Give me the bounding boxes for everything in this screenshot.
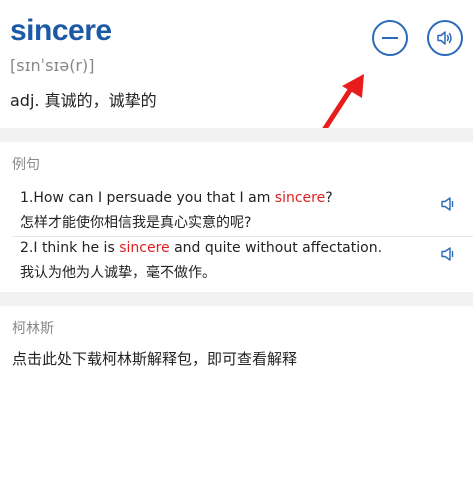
example-chinese: 怎样才能使你相信我是真心实意的呢?: [20, 215, 252, 231]
example-keyword: sincere: [119, 240, 170, 256]
speaker-icon: [437, 31, 452, 45]
example-english: 2.I think he is sincere and quite withou…: [20, 240, 382, 256]
section-divider: [0, 292, 473, 306]
example-text: ?: [325, 190, 333, 206]
example-english: 1.How can I persuade you that I am since…: [20, 190, 333, 206]
pronounce-button[interactable]: [427, 20, 463, 56]
section-divider: [0, 128, 473, 142]
example-text: How can I persuade you that I am: [33, 190, 275, 206]
example-chinese: 我认为他为人诚挚，毫不做作。: [20, 265, 216, 281]
collapse-button[interactable]: [372, 20, 408, 56]
collins-section-title: 柯林斯: [12, 321, 54, 337]
example-text: and quite without affectation.: [169, 240, 383, 256]
definition: adj. 真诚的，诚挚的: [10, 91, 157, 110]
word-header: sincere [sɪnˈsɪə(r)] adj. 真诚的，诚挚的: [0, 0, 473, 133]
example-item: 1.How can I persuade you that I am since…: [0, 188, 473, 236]
example-number: 1.: [20, 190, 34, 206]
example-speaker-icon[interactable]: [440, 246, 456, 262]
example-number: 2.: [20, 240, 34, 256]
example-item: 2.I think he is sincere and quite withou…: [0, 238, 473, 290]
row-divider: [12, 236, 473, 237]
example-speaker-icon[interactable]: [440, 196, 456, 212]
example-text: I think he is: [33, 240, 120, 256]
collins-download-link[interactable]: 点击此处下载柯林斯解释包，即可查看解释: [12, 348, 297, 369]
minus-icon: [382, 37, 398, 39]
headword: sincere: [10, 14, 112, 47]
phonetic[interactable]: [sɪnˈsɪə(r)]: [10, 56, 95, 75]
example-keyword: sincere: [274, 190, 326, 206]
examples-section-title: 例句: [12, 157, 40, 173]
